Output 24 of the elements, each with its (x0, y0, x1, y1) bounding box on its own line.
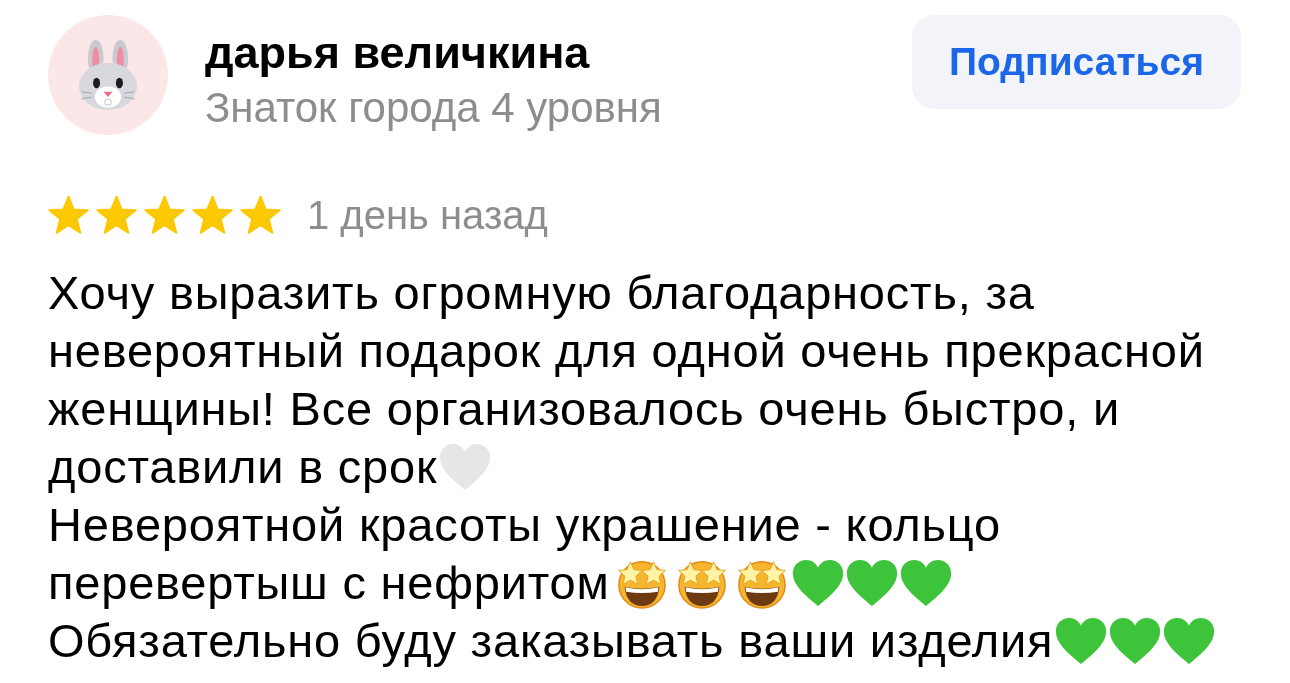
review-text: Невероятной красоты украшение - кольцо (48, 498, 1001, 552)
heart-icon (899, 559, 952, 607)
heart-icon (439, 443, 492, 491)
heart-icon (1109, 617, 1162, 665)
review-text: перевертыш с нефритом (48, 556, 610, 610)
heart-icon (791, 559, 844, 607)
star-icon (144, 195, 185, 235)
star-icon (48, 195, 89, 235)
heart-icon (1055, 617, 1108, 665)
author-status: Знаток города 4 уровня (205, 83, 662, 133)
star-icon (96, 195, 137, 235)
review-text: женщины! Все организовалось очень быстро, и (48, 382, 1120, 436)
review-text: доставили в срок (48, 440, 438, 494)
author-name: дарья величкина (205, 27, 590, 79)
review-text: Обязательно буду заказывать ваши изделия (48, 614, 1054, 668)
rabbit-face-icon (78, 39, 138, 111)
subscribe-button[interactable]: Подписаться (912, 15, 1241, 109)
review-date: 1 день назад (307, 193, 548, 237)
review-text: Хочу выразить огромную благодарность, за (48, 266, 1035, 320)
star-icon (192, 195, 233, 235)
heart-icon (845, 559, 898, 607)
star-icon (240, 195, 281, 235)
review-text: невероятный подарок для одной очень прекрасной (48, 324, 1205, 378)
heart-icon (1163, 617, 1216, 665)
